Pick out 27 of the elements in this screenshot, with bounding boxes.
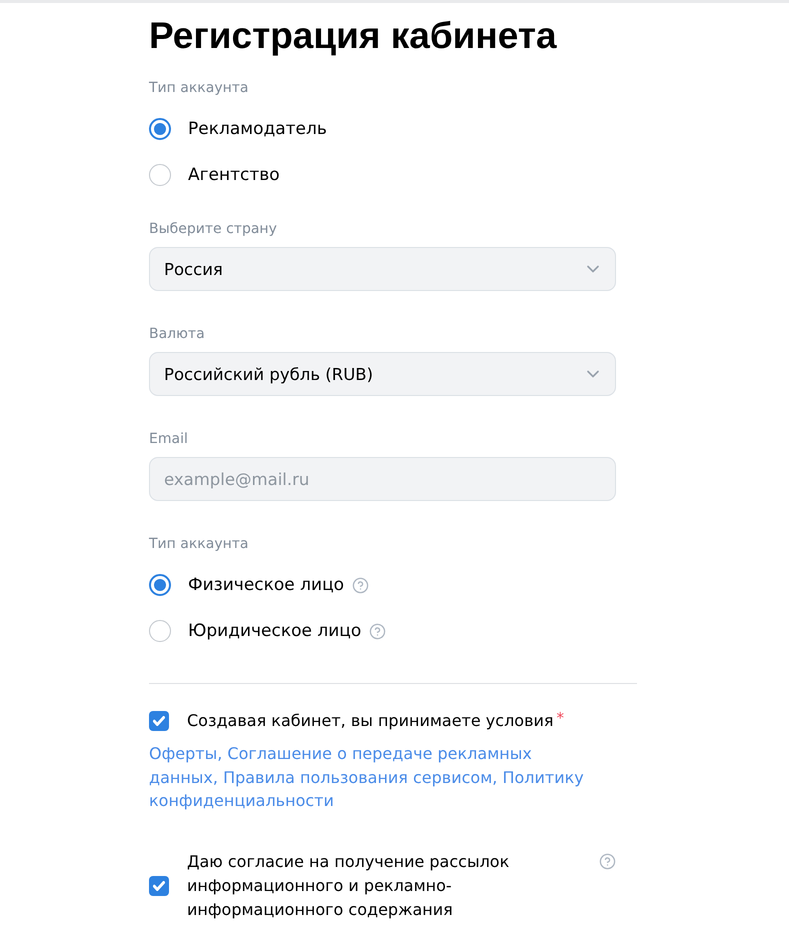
field-label: Тип аккаунта: [149, 535, 248, 553]
required-mark: *: [556, 709, 564, 727]
checkbox[interactable]: [149, 711, 169, 731]
radio-label[interactable]: Физическое лицо: [188, 574, 344, 596]
radio-button[interactable]: [149, 118, 171, 140]
radio-label[interactable]: Рекламодатель: [188, 118, 327, 140]
radio-button[interactable]: [149, 574, 171, 596]
page-title: Регистрация кабинета: [149, 15, 557, 57]
checkbox-label[interactable]: Даю согласие на получение рассылок информационного и рекламно-информационного содержания: [187, 850, 557, 922]
radio-button[interactable]: [149, 164, 171, 186]
country-select[interactable]: Россия: [149, 247, 616, 291]
checkmark-icon: [153, 880, 165, 890]
field-label: Тип аккаунта: [149, 79, 248, 97]
help-icon[interactable]: [352, 576, 370, 594]
help-icon[interactable]: [599, 852, 616, 870]
email-input[interactable]: example@mail.ru: [149, 457, 616, 501]
checkbox[interactable]: [149, 876, 169, 896]
field-label: Выберите страну: [149, 220, 277, 238]
field-label: Email: [149, 430, 188, 448]
radio-label[interactable]: Юридическое лицо: [188, 620, 362, 642]
field-label: Валюта: [149, 325, 205, 343]
radio-label[interactable]: Агентство: [188, 164, 280, 186]
currency-select[interactable]: Российский рубль (RUB): [149, 352, 616, 396]
checkbox-label[interactable]: Создавая кабинет, вы принимаете условия: [187, 709, 554, 733]
radio-button[interactable]: [149, 620, 171, 642]
checkmark-icon: [153, 716, 165, 726]
help-icon[interactable]: [369, 622, 386, 640]
